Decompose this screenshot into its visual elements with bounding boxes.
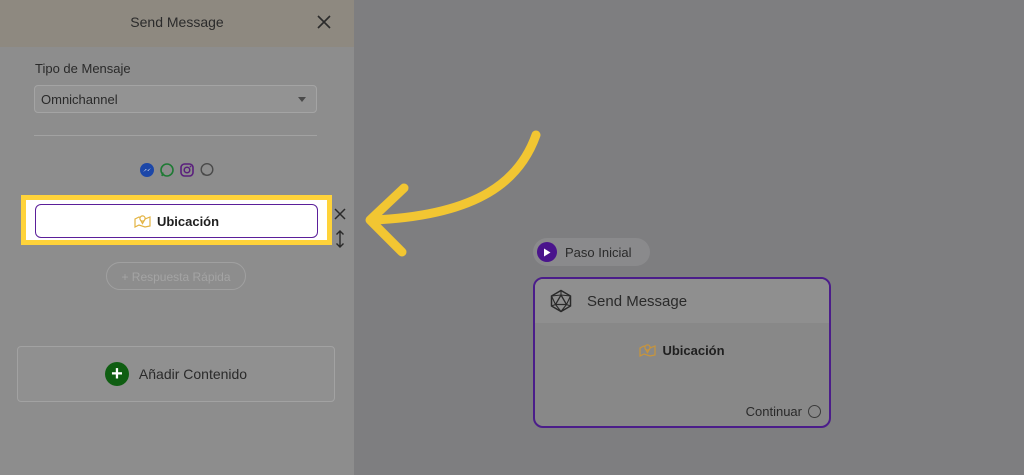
location-item-label: Ubicación (156, 213, 220, 229)
annotation-arrow (365, 130, 541, 257)
node-location-label: Ubicación (662, 343, 725, 358)
message-type-label: Tipo de Mensaje (35, 61, 131, 76)
location-content-item[interactable]: Ubicación (35, 204, 318, 238)
panel-title: Send Message (130, 14, 224, 30)
icosahedron-icon (550, 289, 572, 313)
close-panel-button[interactable] (312, 10, 336, 34)
message-type-select[interactable]: Omnichannel (34, 85, 317, 113)
messenger-icon (139, 162, 155, 178)
start-step-pill[interactable]: Paso Inicial (533, 238, 650, 266)
plus-icon: + (104, 362, 129, 386)
panel-header: Send Message (0, 0, 354, 47)
highlight-box: Ubicación (21, 195, 332, 245)
continue-label: Continuar (745, 404, 802, 419)
send-message-node[interactable]: Send Message Ubicación Continuar (533, 277, 831, 428)
chevron-down-icon (298, 97, 306, 102)
output-port[interactable] (808, 405, 821, 418)
message-type-value: Omnichannel (41, 92, 118, 107)
node-title: Send Message (587, 292, 688, 310)
whatsapp-icon (159, 162, 175, 178)
send-message-panel: Send Message Tipo de Mensaje Omnichannel (0, 0, 354, 475)
continue-output: Continuar (746, 404, 821, 419)
remove-item-button[interactable] (332, 205, 348, 223)
vertical-arrows-icon (336, 230, 344, 248)
channel-icons (139, 162, 215, 178)
play-icon (537, 242, 557, 262)
quick-reply-button[interactable]: + Respuesta Rápida (106, 262, 246, 290)
reorder-handle[interactable] (332, 230, 348, 248)
node-location-item: Ubicación (535, 343, 829, 358)
divider (34, 135, 317, 136)
start-step-label: Paso Inicial (565, 244, 632, 260)
instagram-icon (179, 162, 195, 178)
close-icon (317, 15, 331, 29)
location-map-icon (134, 215, 151, 228)
add-content-label: Añadir Contenido (138, 366, 248, 382)
location-map-icon (639, 344, 657, 357)
node-header: Send Message (535, 279, 829, 323)
add-content-button[interactable]: + Añadir Contenido (17, 346, 335, 402)
close-icon (334, 208, 346, 220)
chat-icon (199, 162, 215, 178)
